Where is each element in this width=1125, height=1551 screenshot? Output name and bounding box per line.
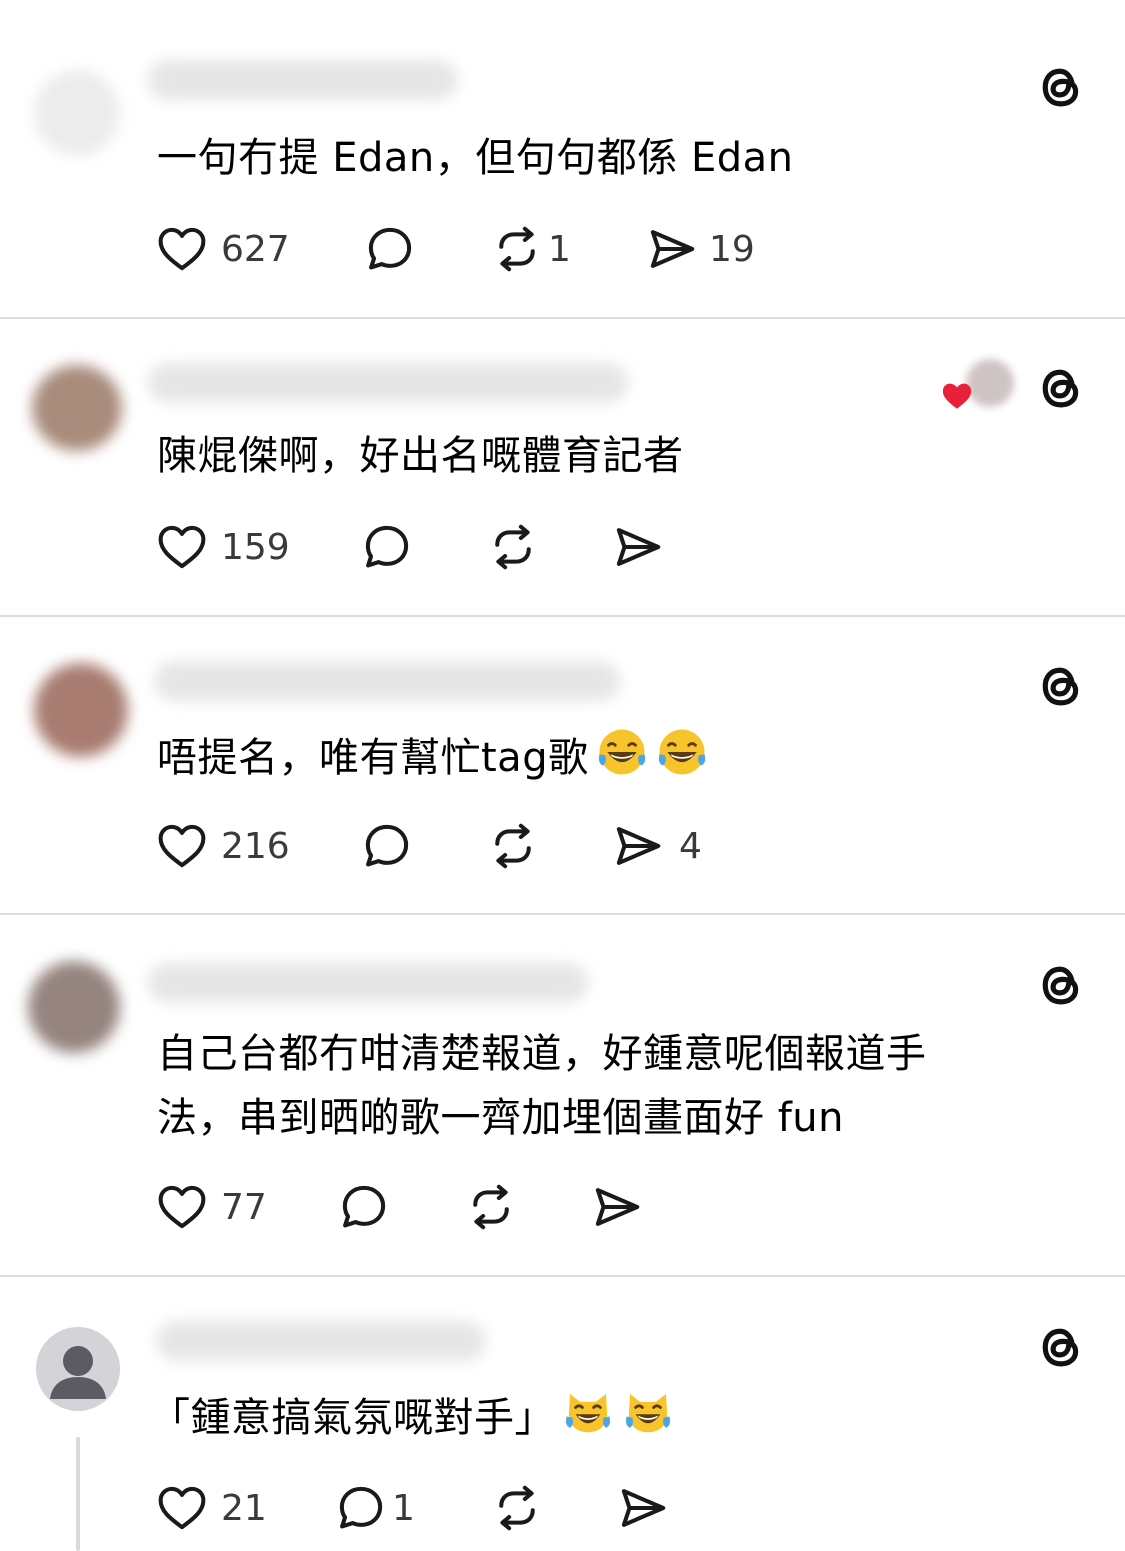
comment-post: 陳焜傑啊，好出名嘅體育記者 159 (0, 319, 1125, 616)
avatar[interactable] (34, 663, 128, 757)
like-count: 77 (221, 1186, 267, 1228)
threads-logo-icon (1034, 659, 1088, 713)
comment-text: 唔提名，唯有幫忙tag歌 (157, 735, 589, 781)
like-button[interactable]: 21 (155, 1483, 267, 1533)
paper-plane-icon (590, 1180, 644, 1234)
threads-logo-icon (1034, 1320, 1088, 1374)
person-silhouette-icon (50, 1346, 106, 1399)
repost-button[interactable] (486, 522, 540, 572)
comment-text-row: 唔提名，唯有幫忙tag歌 (157, 725, 709, 789)
username-blurred[interactable] (154, 661, 620, 701)
comment-post: 一句冇提 Edan，但句句都係 Edan 627 1 19 (0, 0, 1125, 318)
repost-button[interactable]: 1 (490, 224, 571, 274)
paper-plane-icon (645, 222, 699, 276)
share-button[interactable]: 19 (645, 224, 755, 274)
face-with-tears-of-joy-emoji (595, 725, 649, 779)
like-count: 216 (221, 825, 290, 867)
reply-button[interactable]: 1 (334, 1483, 415, 1533)
repost-arrows-icon (490, 222, 544, 276)
threads-logo-icon (1034, 361, 1088, 415)
share-button[interactable] (616, 1483, 670, 1533)
speech-bubble-icon (334, 1481, 388, 1535)
reply-count: 1 (392, 1487, 415, 1529)
username-blurred[interactable] (148, 363, 628, 403)
paper-plane-icon (616, 1481, 670, 1535)
paper-plane-icon (611, 819, 665, 873)
repost-button[interactable] (486, 821, 540, 871)
threads-logo-icon (1034, 958, 1088, 1012)
repost-button[interactable] (490, 1483, 544, 1533)
speech-bubble-icon (363, 222, 417, 276)
reply-button[interactable] (360, 821, 414, 871)
like-button[interactable]: 77 (155, 1182, 267, 1232)
repost-arrows-icon (490, 1481, 544, 1535)
repost-count: 1 (548, 228, 571, 270)
like-count: 627 (221, 228, 290, 270)
username-blurred[interactable] (148, 60, 458, 100)
speech-bubble-icon (360, 520, 414, 574)
heart-outline-icon (155, 222, 209, 276)
reply-button[interactable] (337, 1182, 391, 1232)
comment-text: 一句冇提 Edan，但句句都係 Edan (157, 135, 794, 181)
repost-arrows-icon (486, 520, 540, 574)
comment-text: 陳焜傑啊，好出名嘅體育記者 (157, 433, 684, 479)
comment-post: 自己台都冇咁清楚報道，好鍾意呢個報道手 法，串到晒啲歌一齊加埋個畫面好 fun … (0, 915, 1125, 1276)
reply-button[interactable] (360, 522, 414, 572)
like-count: 21 (221, 1487, 267, 1529)
share-button[interactable] (611, 522, 665, 572)
thread-connector-line (76, 1437, 80, 1551)
username-blurred[interactable] (156, 1321, 486, 1361)
repost-arrows-icon (464, 1180, 518, 1234)
heart-outline-icon (155, 819, 209, 873)
red-heart-icon (942, 383, 972, 409)
username-blurred[interactable] (148, 963, 588, 1003)
face-with-tears-of-joy-emoji (655, 725, 709, 779)
liked-by-author-badge (938, 357, 1018, 413)
cat-with-tears-of-joy-emoji (561, 1385, 615, 1439)
heart-outline-icon (155, 1180, 209, 1234)
comment-text-line: 法，串到晒啲歌一齊加埋個畫面好 fun (157, 1095, 844, 1141)
heart-outline-icon (155, 520, 209, 574)
avatar[interactable] (28, 961, 120, 1053)
share-button[interactable]: 4 (611, 821, 702, 871)
heart-outline-icon (155, 1481, 209, 1535)
like-button[interactable]: 627 (155, 224, 290, 274)
comment-text-row: 「鍾意搞氣氛嘅對手」 (150, 1385, 675, 1449)
share-count: 19 (709, 228, 755, 270)
share-button[interactable] (590, 1182, 644, 1232)
default-avatar[interactable] (36, 1327, 120, 1411)
paper-plane-icon (611, 520, 665, 574)
repost-arrows-icon (486, 819, 540, 873)
comment-text: 「鍾意搞氣氛嘅對手」 (150, 1395, 555, 1441)
like-count: 159 (221, 526, 290, 568)
speech-bubble-icon (360, 819, 414, 873)
cat-with-tears-of-joy-emoji (621, 1385, 675, 1439)
share-count: 4 (679, 825, 702, 867)
comment-post: 唔提名，唯有幫忙tag歌 216 4 (0, 617, 1125, 914)
reply-button[interactable] (363, 224, 417, 274)
threads-logo-icon (1034, 60, 1088, 114)
like-button[interactable]: 216 (155, 821, 290, 871)
avatar[interactable] (34, 70, 120, 156)
comment-text-line: 自己台都冇咁清楚報道，好鍾意呢個報道手 (157, 1031, 927, 1077)
avatar[interactable] (32, 365, 122, 451)
repost-button[interactable] (464, 1182, 518, 1232)
like-button[interactable]: 159 (155, 522, 290, 572)
speech-bubble-icon (337, 1180, 391, 1234)
comment-post: 「鍾意搞氣氛嘅對手」 21 1 (0, 1277, 1125, 1551)
